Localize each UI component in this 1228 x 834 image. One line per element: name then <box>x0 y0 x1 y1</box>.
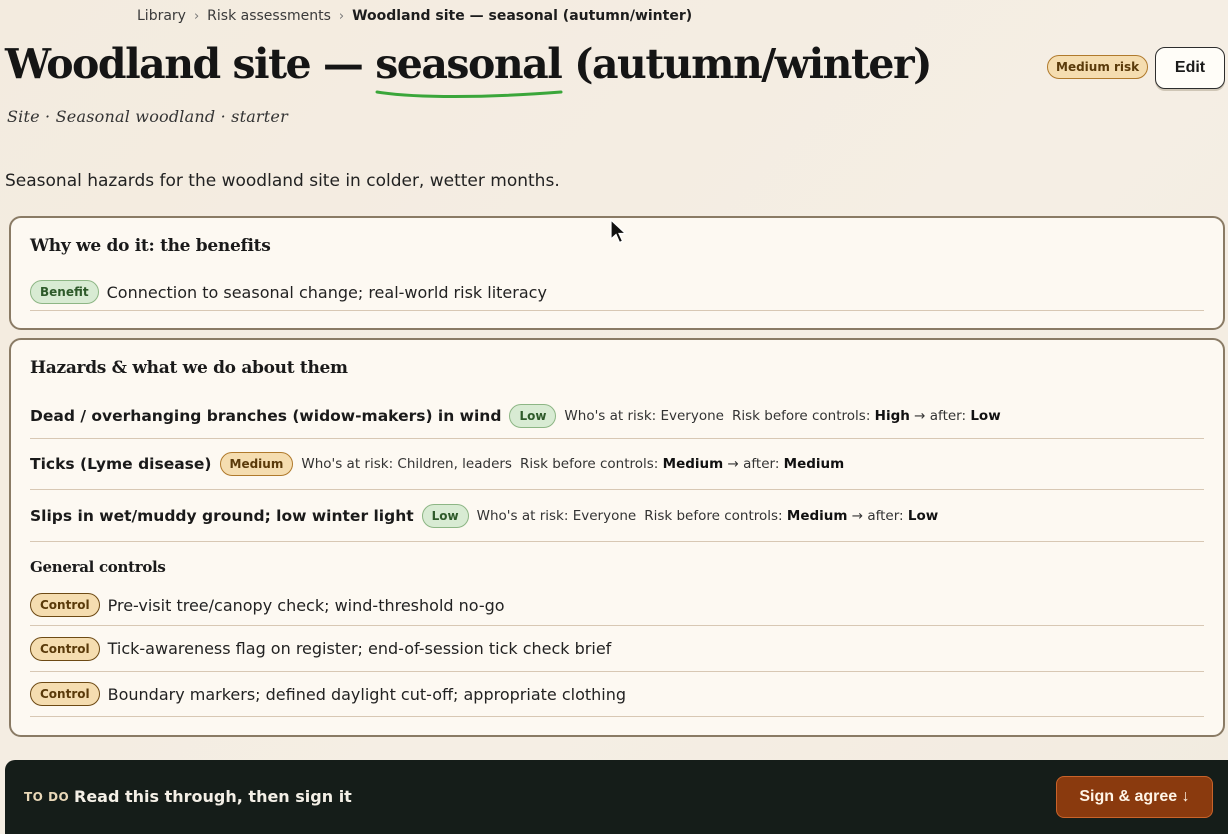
control-tag: Control <box>30 682 100 706</box>
breadcrumb-current: Woodland site — seasonal (autumn/winter) <box>352 8 693 24</box>
hazard-name: Slips in wet/muddy ground; low winter li… <box>30 506 414 525</box>
benefits-heading: Why we do it: the benefits <box>30 236 271 256</box>
benefit-tag: Benefit <box>30 280 99 304</box>
todo-text: Read this through, then sign it <box>74 787 352 806</box>
breadcrumb-library[interactable]: Library <box>137 8 186 24</box>
hazard-who: Who's at risk: Children, leaders <box>301 456 512 472</box>
hazard-level-badge: Low <box>509 404 557 428</box>
title-suffix: (autumn/winter) <box>561 40 932 88</box>
page-summary: Seasonal hazards for the woodland site i… <box>5 171 560 191</box>
hazard-level-badge: Medium <box>219 452 294 476</box>
page-title: Woodland site — seasonal (autumn/winter) <box>5 40 932 98</box>
hazard-row: Dead / overhanging branches (widow-maker… <box>30 394 1204 439</box>
hazard-name: Ticks (Lyme disease) <box>30 455 212 473</box>
squiggle-underline <box>375 90 563 98</box>
title-prefix: Woodland site — <box>5 40 376 88</box>
benefit-text: Connection to seasonal change; real-worl… <box>106 282 547 302</box>
benefit-item: Benefit Connection to seasonal change; r… <box>30 274 1204 311</box>
mouse-cursor-icon <box>610 219 628 244</box>
title-highlight-text: seasonal <box>375 40 563 88</box>
control-text: Pre-visit tree/canopy check; wind-thresh… <box>107 595 505 615</box>
hazard-risk-change: Risk before controls: Medium → after: Lo… <box>644 507 939 524</box>
chevron-right-icon: › <box>193 8 200 24</box>
hazard-row: Slips in wet/muddy ground; low winter li… <box>30 490 1204 542</box>
title-highlight: seasonal <box>375 40 563 98</box>
todo-bar: TO DO Read this through, then sign it Si… <box>5 760 1228 834</box>
hazard-risk-change: Risk before controls: Medium → after: Me… <box>519 456 845 472</box>
hazard-who: Who's at risk: Everyone <box>476 507 637 524</box>
hazard-name: Dead / overhanging branches (widow-maker… <box>30 407 502 425</box>
control-item: Control Tick-awareness flag on register;… <box>30 626 1204 672</box>
hazards-heading: Hazards & what we do about them <box>30 358 348 378</box>
hazard-risk-change: Risk before controls: High → after: Low <box>731 408 1001 424</box>
hazards-card: Hazards & what we do about them Dead / o… <box>9 338 1225 737</box>
chevron-right-icon: › <box>338 8 345 24</box>
breadcrumb: Library › Risk assessments › Woodland si… <box>137 8 692 24</box>
hazard-level-badge: Low <box>421 503 469 528</box>
control-tag: Control <box>30 593 100 617</box>
control-item: Control Boundary markers; defined daylig… <box>30 672 1204 717</box>
general-controls-heading: General controls <box>30 558 166 576</box>
page-subtitle: Site · Seasonal woodland · starter <box>7 107 288 126</box>
hazard-row: Ticks (Lyme disease) Medium Who's at ris… <box>30 439 1204 490</box>
edit-button[interactable]: Edit <box>1155 47 1225 89</box>
control-item: Control Pre-visit tree/canopy check; win… <box>30 585 1204 626</box>
breadcrumb-risk-assessments[interactable]: Risk assessments <box>207 8 331 24</box>
risk-level-badge: Medium risk <box>1047 55 1149 79</box>
control-text: Boundary markers; defined daylight cut-o… <box>107 684 627 704</box>
todo-tag: TO DO <box>24 790 70 804</box>
sign-agree-button[interactable]: Sign & agree ↓ <box>1056 776 1213 818</box>
control-tag: Control <box>30 636 100 661</box>
hazard-who: Who's at risk: Everyone <box>564 408 724 424</box>
control-text: Tick-awareness flag on register; end-of-… <box>107 639 612 658</box>
